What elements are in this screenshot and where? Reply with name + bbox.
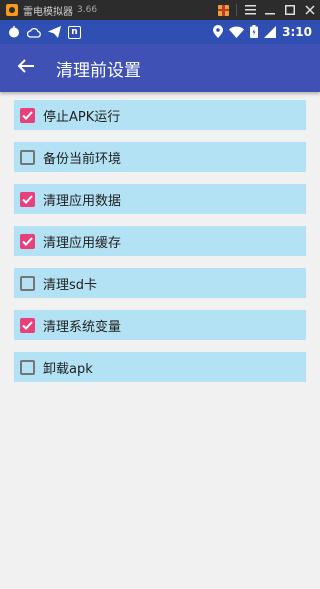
settings-content: 停止APK运行 备份当前环境 清理应用数据 清理应用缓存 清理sd卡清理系统变量 卸载ap… xyxy=(0,92,320,589)
checkbox-unchecked[interactable] xyxy=(20,275,35,291)
status-bar: n 3:10 xyxy=(0,20,320,44)
check-icon xyxy=(22,110,33,120)
gift-icon[interactable] xyxy=(213,0,233,20)
battery-icon xyxy=(250,23,259,42)
option-row[interactable]: 清理应用数据 xyxy=(14,184,306,214)
option-label: 清理应用数据 xyxy=(43,193,122,209)
option-row[interactable]: 备份当前环境 xyxy=(14,142,306,172)
checkbox-unchecked[interactable] xyxy=(20,149,35,165)
send-icon xyxy=(48,23,61,42)
option-row[interactable]: 清理应用缓存 xyxy=(14,226,306,256)
checkbox-checked[interactable] xyxy=(20,233,35,249)
location-icon xyxy=(213,23,224,42)
option-label: 备份当前环境 xyxy=(43,151,122,167)
page-title: 清理前设置 xyxy=(56,60,141,81)
option-label: 清理系统变量 xyxy=(43,319,122,335)
wifi-icon xyxy=(229,23,245,42)
maximize-icon[interactable] xyxy=(280,0,300,20)
option-list: 停止APK运行 备份当前环境 清理应用数据 清理应用缓存 清理sd卡清理系统变量 卸载ap… xyxy=(0,100,320,382)
emulator-title: 雷电模拟器 xyxy=(23,6,73,18)
checkbox-checked[interactable] xyxy=(20,107,35,123)
checkbox-checked[interactable] xyxy=(20,317,35,333)
minimize-icon[interactable] xyxy=(260,0,280,20)
checkbox-unchecked[interactable] xyxy=(20,359,35,375)
window-controls xyxy=(213,0,320,20)
divider xyxy=(236,4,237,16)
check-icon xyxy=(22,236,33,246)
option-label: 清理sd卡 xyxy=(43,277,98,293)
n-app-icon: n xyxy=(68,25,81,39)
close-icon[interactable] xyxy=(300,0,320,20)
option-label: 停止APK运行 xyxy=(43,109,121,125)
status-time: 3:10 xyxy=(282,25,312,39)
menu-icon[interactable] xyxy=(240,0,260,20)
emulator-title-bar: 雷电模拟器 3.66 xyxy=(0,0,320,20)
app-dot-icon xyxy=(8,23,20,42)
option-label: 清理应用缓存 xyxy=(43,235,122,251)
option-label: 卸载apk xyxy=(43,361,93,377)
ldplayer-logo-icon xyxy=(6,4,18,16)
check-icon xyxy=(22,320,33,330)
checkbox-checked[interactable] xyxy=(20,191,35,207)
arrow-back-icon xyxy=(17,57,35,79)
back-button[interactable] xyxy=(2,44,50,92)
cloud-icon xyxy=(26,23,41,42)
check-icon xyxy=(22,194,33,204)
option-row[interactable]: 清理sd卡 xyxy=(14,268,306,298)
option-row[interactable]: 停止APK运行 xyxy=(14,100,306,130)
emulator-version: 3.66 xyxy=(77,5,98,15)
option-row[interactable]: 卸载apk xyxy=(14,352,306,382)
signal-icon xyxy=(264,23,277,42)
option-row[interactable]: 清理系统变量 xyxy=(14,310,306,340)
app-bar: 清理前设置 xyxy=(0,44,320,92)
